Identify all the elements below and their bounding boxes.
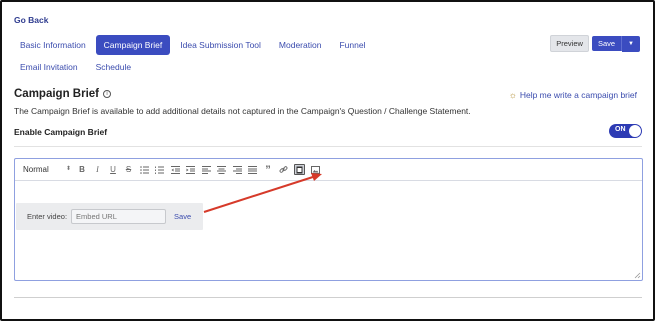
tab-bar: Basic Information Campaign Brief Idea Su… xyxy=(12,35,375,55)
video-icon[interactable] xyxy=(294,164,305,175)
underline-icon[interactable]: U xyxy=(108,164,118,176)
video-url-input[interactable] xyxy=(71,209,167,224)
toggle-state-text: ON xyxy=(615,126,626,133)
bullet-list-icon[interactable] xyxy=(139,164,149,176)
help-link-label: Help me write a campaign brief xyxy=(519,90,637,100)
select-arrows-icon: ⬍ xyxy=(65,166,71,172)
header-actions: Preview Save ▼ xyxy=(550,35,640,52)
indent-icon[interactable] xyxy=(186,164,196,176)
image-icon[interactable] xyxy=(311,164,321,176)
align-justify-icon[interactable] xyxy=(248,164,258,176)
strikethrough-icon[interactable]: S xyxy=(124,164,134,176)
go-back-link[interactable]: Go Back xyxy=(14,15,49,25)
video-input-label: Enter video: xyxy=(27,212,68,221)
align-center-icon[interactable] xyxy=(217,164,227,176)
caret-down-icon: ▼ xyxy=(628,40,634,47)
bold-icon[interactable]: B xyxy=(77,164,87,176)
toggle-knob xyxy=(629,125,641,137)
tab-schedule[interactable]: Schedule xyxy=(88,57,139,77)
tab-email-invitation[interactable]: Email Invitation xyxy=(12,57,86,77)
section-title: Campaign Brief i xyxy=(14,88,111,100)
preview-button[interactable]: Preview xyxy=(550,35,589,52)
tab-moderation[interactable]: Moderation xyxy=(271,35,330,55)
section-description: The Campaign Brief is available to add a… xyxy=(14,106,471,116)
tab-funnel[interactable]: Funnel xyxy=(331,35,373,55)
tab-idea-submission-tool[interactable]: Idea Submission Tool xyxy=(172,35,269,55)
format-select[interactable]: Normal ⬍ xyxy=(23,165,71,174)
tab-bar-row2: Email Invitation Schedule xyxy=(12,57,141,77)
video-save-link[interactable]: Save xyxy=(174,212,191,221)
align-left-icon[interactable] xyxy=(201,164,211,176)
tab-basic-information[interactable]: Basic Information xyxy=(12,35,94,55)
link-icon[interactable] xyxy=(279,164,289,176)
divider xyxy=(14,297,642,298)
format-select-value: Normal xyxy=(23,165,49,174)
divider xyxy=(14,146,642,147)
page-frame: Go Back Basic Information Campaign Brief… xyxy=(0,0,655,321)
tab-campaign-brief[interactable]: Campaign Brief xyxy=(95,35,171,55)
section-title-text: Campaign Brief xyxy=(14,88,99,100)
italic-icon[interactable]: I xyxy=(93,164,103,176)
save-button[interactable]: Save xyxy=(591,36,623,51)
enable-brief-toggle[interactable]: ON xyxy=(609,124,642,138)
resize-handle-icon[interactable] xyxy=(634,272,641,279)
align-right-icon[interactable] xyxy=(232,164,242,176)
sparkle-icon: ☼ xyxy=(508,90,517,100)
enable-brief-label: Enable Campaign Brief xyxy=(14,127,108,137)
info-icon[interactable]: i xyxy=(103,90,111,98)
blockquote-icon[interactable]: ” xyxy=(263,164,273,176)
editor-toolbar: Normal ⬍ B I U S ” xyxy=(15,159,642,181)
ordered-list-icon[interactable] xyxy=(155,164,165,176)
help-write-brief-link[interactable]: ☼ Help me write a campaign brief xyxy=(509,90,637,100)
save-options-button[interactable]: ▼ xyxy=(622,35,640,52)
outdent-icon[interactable] xyxy=(170,164,180,176)
rich-text-editor[interactable]: Normal ⬍ B I U S ” Enter video: Embed UR… xyxy=(14,158,643,281)
video-embed-popup: Enter video: Save xyxy=(16,203,203,230)
